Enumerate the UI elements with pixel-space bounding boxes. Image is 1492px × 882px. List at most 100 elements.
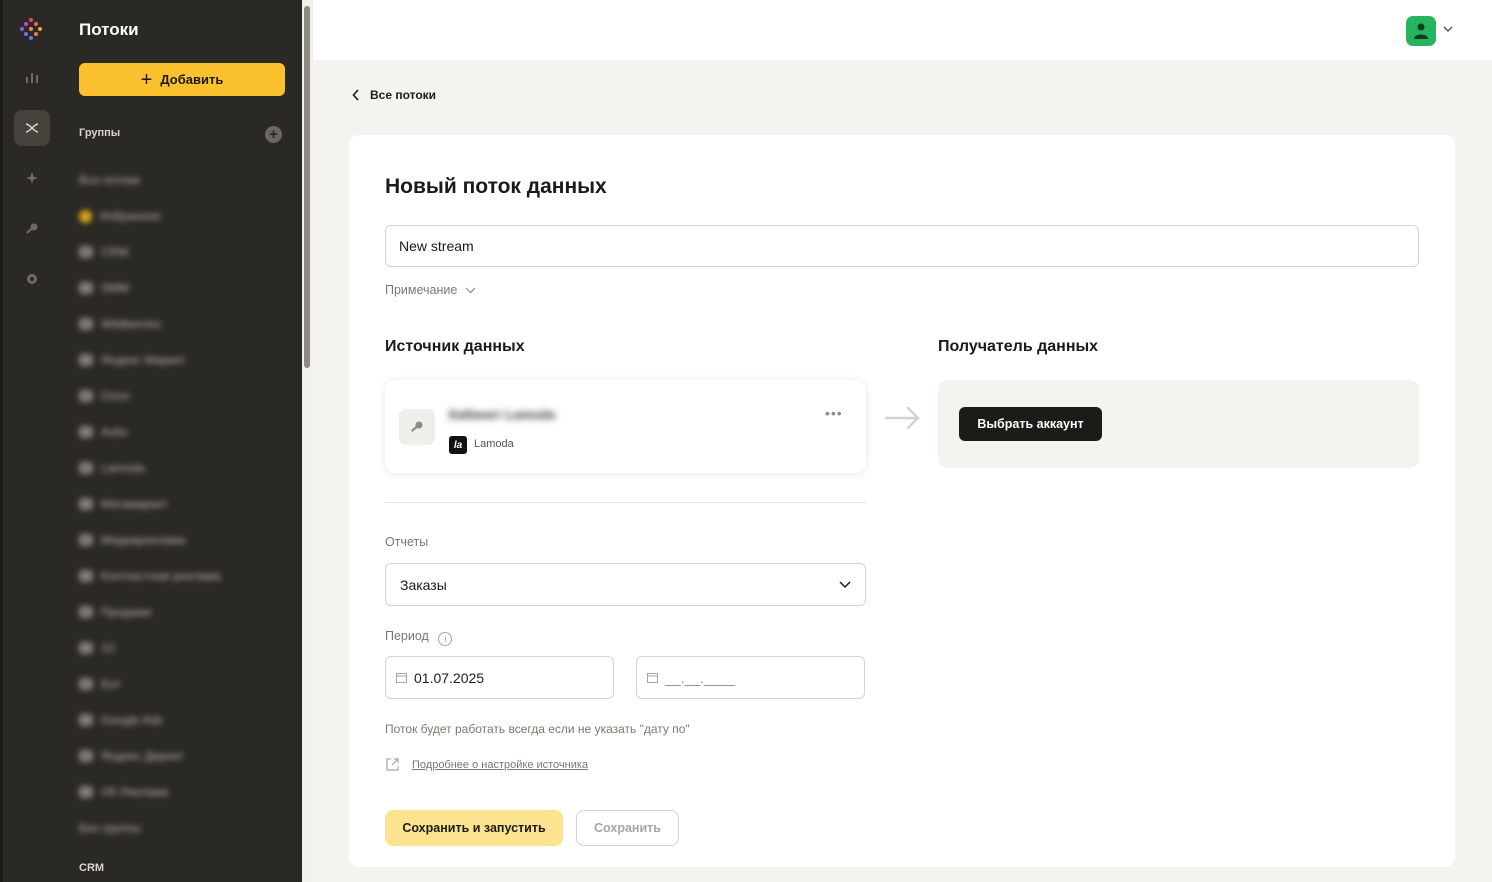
group-item[interactable]: Google Ads (79, 702, 279, 738)
folder-icon (79, 246, 93, 258)
source-account-name: Кабинет Lamoda (449, 407, 556, 421)
analytics-icon[interactable] (14, 59, 50, 95)
group-label: Ozon (101, 389, 130, 403)
group-item[interactable]: SMM (79, 270, 279, 306)
settings-gear-icon[interactable] (14, 261, 50, 297)
folder-icon (79, 462, 93, 474)
folder-icon (79, 786, 93, 798)
note-toggle[interactable]: Примечание (385, 283, 476, 297)
group-label: Продажи (101, 605, 152, 619)
external-link-icon (386, 758, 399, 771)
chevron-down-icon[interactable] (1443, 24, 1453, 36)
user-icon (1414, 23, 1428, 39)
source-account-card[interactable]: Кабинет Lamoda la Lamoda ••• (385, 380, 866, 473)
key-icon (399, 409, 435, 445)
lamoda-logo-icon: la (449, 436, 467, 454)
group-item[interactable]: Контекстная реклама (79, 558, 279, 594)
folder-icon (79, 606, 93, 618)
reports-label: Отчеты (385, 535, 429, 549)
group-item[interactable]: Без группы (79, 810, 279, 846)
group-label: Avito (101, 425, 128, 439)
arrow-right-icon (884, 406, 920, 430)
calendar-icon (396, 673, 407, 683)
period-label: Период (385, 629, 429, 643)
note-label: Примечание (385, 283, 458, 297)
key-icon[interactable] (14, 211, 50, 247)
reports-value: Заказы (400, 576, 447, 593)
group-label: Яндекс Директ (101, 749, 184, 763)
groups-heading: Группы (79, 127, 121, 139)
divider (385, 502, 866, 503)
folder-icon (79, 534, 93, 546)
folder-icon (79, 570, 93, 582)
streams-sidebar: Потоки + Добавить Группы + Все потоки Из… (64, 0, 313, 882)
app-logo-icon[interactable] (18, 16, 44, 42)
group-item[interactable]: Lamoda (79, 450, 279, 486)
group-label: SMM (101, 281, 129, 295)
sparkle-icon[interactable] (14, 160, 50, 196)
date-from-input[interactable]: 01.07.2025 (385, 656, 614, 699)
group-item[interactable]: 1С (79, 630, 279, 666)
sidebar-title: Потоки (79, 20, 139, 39)
docs-link[interactable]: Подробнее о настройке источника (385, 757, 588, 772)
chevron-left-icon (352, 89, 359, 101)
group-label: Яндекс Маркет (101, 353, 186, 367)
save-and-run-button[interactable]: Сохранить и запустить (385, 810, 563, 846)
source-platform: Lamoda (474, 438, 514, 450)
group-item[interactable]: Ozon (79, 378, 279, 414)
group-label: VK Реклама (101, 785, 169, 799)
group-item[interactable]: Мегамаркет (79, 486, 279, 522)
group-label: Медиареклама (101, 533, 186, 547)
group-label: Мегамаркет (101, 497, 168, 511)
group-item[interactable]: CRM (79, 234, 279, 270)
crm-heading: CRM (79, 862, 105, 874)
group-item[interactable]: Яндекс Маркет (79, 342, 279, 378)
new-stream-card: Новый поток данных Примечание Источник д… (349, 135, 1455, 867)
folder-icon (79, 390, 93, 402)
user-avatar[interactable] (1406, 16, 1436, 46)
top-bar (313, 0, 1492, 60)
group-item[interactable]: Бот (79, 666, 279, 702)
streams-icon[interactable] (14, 110, 50, 146)
group-label: Все потоки (79, 173, 140, 187)
stream-name-input[interactable] (385, 225, 1419, 267)
group-item[interactable]: Avito (79, 414, 279, 450)
period-label-row: Период i (385, 629, 453, 646)
folder-icon (79, 750, 93, 762)
star-icon (79, 209, 92, 223)
add-button-label: Добавить (160, 72, 224, 87)
sidebar-scroll-thumb[interactable] (304, 6, 310, 368)
group-item[interactable]: Wildberries (79, 306, 279, 342)
group-list: Все потоки Избранное CRM SMM Wildberries… (79, 162, 279, 846)
date-to-input[interactable]: __.__.____ (636, 656, 865, 699)
group-label: Без группы (79, 821, 141, 835)
add-stream-button[interactable]: + Добавить (79, 63, 285, 96)
group-item[interactable]: Избранное (79, 198, 279, 234)
group-item[interactable]: Медиареклама (79, 522, 279, 558)
group-label: Бот (101, 677, 121, 691)
group-item[interactable]: Все потоки (79, 162, 279, 198)
group-item[interactable]: Яндекс Директ (79, 738, 279, 774)
back-to-streams-link[interactable]: Все потоки (352, 88, 436, 102)
select-account-button[interactable]: Выбрать аккаунт (959, 407, 1102, 441)
group-label: Google Ads (101, 713, 164, 727)
save-button[interactable]: Сохранить (576, 810, 679, 846)
reports-select[interactable]: Заказы (385, 563, 866, 606)
group-label: Контекстная реклама (101, 569, 221, 583)
destination-box: Выбрать аккаунт (938, 380, 1419, 468)
group-label: Wildberries (101, 317, 162, 331)
info-icon[interactable]: i (438, 632, 453, 646)
icon-rail (0, 0, 64, 882)
group-label: CRM (101, 245, 129, 259)
chevron-down-icon (839, 580, 851, 588)
folder-icon (79, 714, 93, 726)
source-section-title: Источник данных (385, 338, 525, 355)
more-options-icon[interactable]: ••• (825, 405, 843, 421)
group-item[interactable]: Продажи (79, 594, 279, 630)
plus-icon: + (140, 68, 153, 91)
folder-icon (79, 354, 93, 366)
group-item[interactable]: VK Реклама (79, 774, 279, 810)
back-label: Все потоки (370, 88, 437, 102)
add-group-icon[interactable]: + (265, 126, 282, 143)
calendar-icon (647, 673, 658, 683)
